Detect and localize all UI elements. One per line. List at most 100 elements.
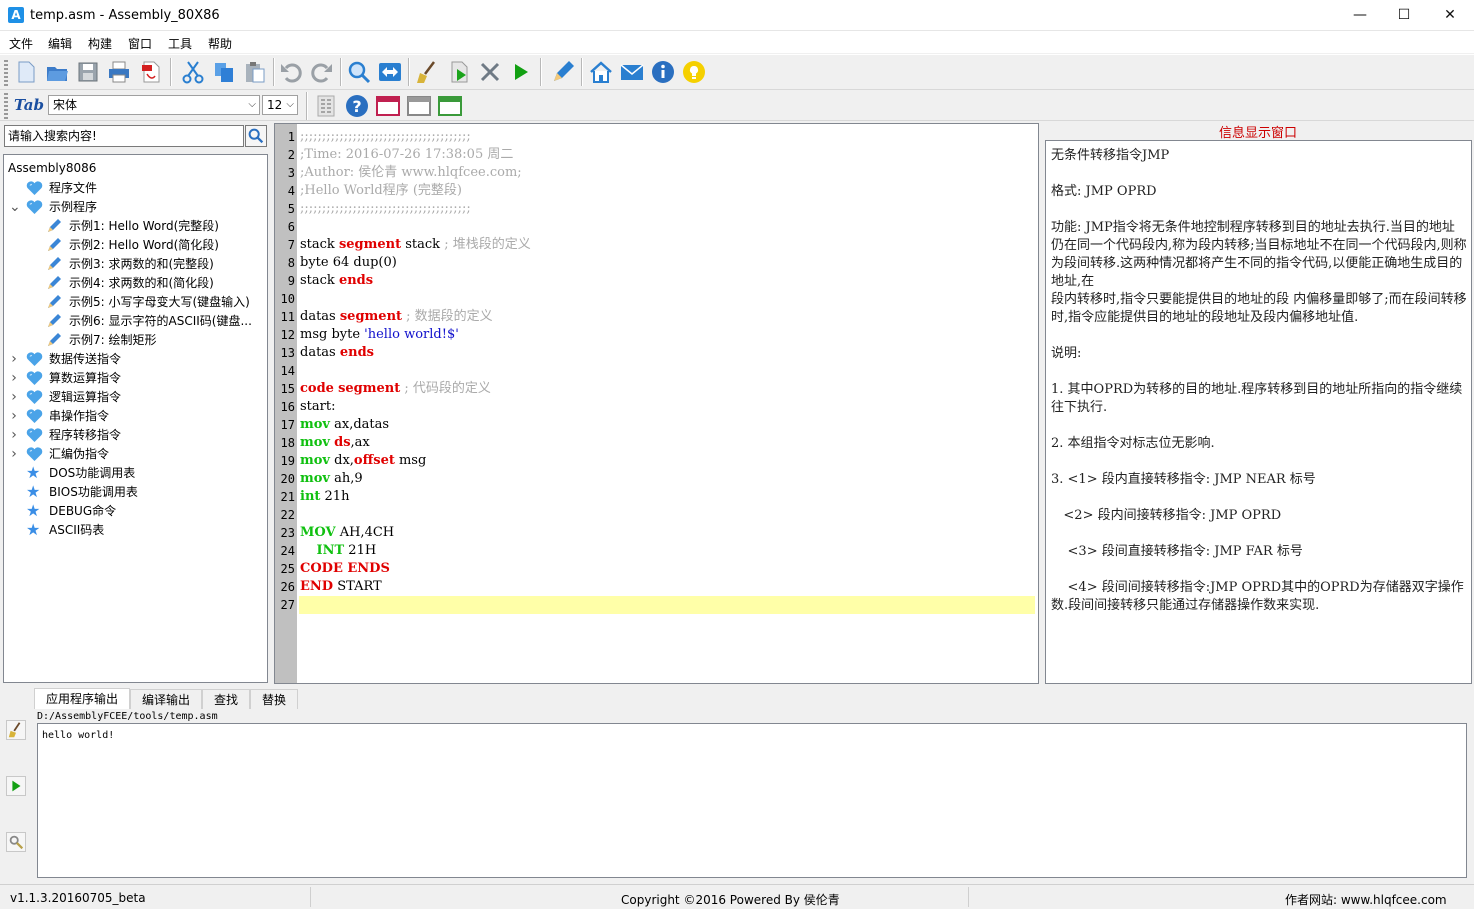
font-family-select[interactable]: 宋体 ⌵	[48, 95, 260, 115]
code-line[interactable]: stack ends	[300, 272, 373, 290]
tab-app-output[interactable]: 应用程序输出	[34, 688, 130, 709]
tree-item[interactable]: › 汇编伪指令	[4, 445, 264, 464]
window-gray-icon[interactable]	[406, 93, 432, 119]
undo-icon[interactable]	[278, 59, 304, 85]
menu-build[interactable]: 构建	[88, 35, 112, 52]
replace-icon[interactable]	[377, 59, 403, 85]
cut-icon[interactable]	[180, 59, 206, 85]
pencil-icon[interactable]	[550, 59, 576, 85]
tree-item[interactable]: ⌄ 示例程序	[4, 198, 264, 217]
save-icon[interactable]	[75, 59, 101, 85]
code-line[interactable]: stack segment stack ; 堆栈段的定义	[300, 236, 531, 254]
code-line[interactable]: ;;;;;;;;;;;;;;;;;;;;;;;;;;;;;;;;;;;;;;;	[300, 128, 471, 146]
code-line[interactable]: start:	[300, 398, 335, 416]
tree-item[interactable]: ★ ASCII码表	[4, 521, 264, 540]
compile-icon[interactable]	[446, 59, 472, 85]
paste-icon[interactable]	[242, 59, 268, 85]
minimize-button[interactable]: —	[1337, 0, 1383, 31]
search-icon[interactable]	[245, 125, 267, 147]
code-line[interactable]: CODE ENDS	[300, 560, 390, 578]
code-line[interactable]: mov ds,ax	[300, 434, 370, 452]
chevron-right-icon[interactable]: ›	[9, 407, 19, 426]
tree-item[interactable]: 示例4: 求两数的和(简化段)	[4, 274, 264, 293]
code-line[interactable]: ;Hello World程序 (完整段)	[300, 182, 462, 200]
toolbar-grip[interactable]	[4, 93, 8, 119]
chevron-right-icon[interactable]: ›	[9, 426, 19, 445]
code-line[interactable]: mov ax,datas	[300, 416, 389, 434]
tools-output-icon[interactable]	[6, 832, 26, 852]
tree-item[interactable]: 示例5: 小写字母变大写(键盘输入)	[4, 293, 264, 312]
tree-item[interactable]: › 程序转移指令	[4, 426, 264, 445]
tree-item[interactable]: 示例2: Hello Word(简化段)	[4, 236, 264, 255]
tab-replace[interactable]: 替换	[250, 689, 298, 709]
search-input[interactable]: 请输入搜索内容!	[4, 125, 244, 147]
chevron-right-icon[interactable]: ›	[9, 350, 19, 369]
code-line[interactable]: ;Time: 2016-07-26 17:38:05 周二	[300, 146, 513, 164]
ascii-table-icon[interactable]	[313, 93, 339, 119]
code-editor[interactable]: 1 2 3 4 5 6 7 8 9 10 11 12 13 14 15 16 17 18 19 20 21 22 23 24 2…	[274, 123, 1039, 684]
code-line[interactable]: datas segment ; 数据段的定义	[300, 308, 493, 326]
font-size-select[interactable]: 12 ⌵	[262, 95, 298, 115]
tree-root[interactable]: Assembly8086	[8, 159, 96, 178]
menu-file[interactable]: 文件	[9, 35, 33, 52]
code-line[interactable]: int 21h	[300, 488, 349, 506]
open-folder-icon[interactable]	[44, 59, 70, 85]
tree-item[interactable]: › 逻辑运算指令	[4, 388, 264, 407]
tree-item[interactable]: 示例7: 绘制矩形	[4, 331, 264, 350]
copy-icon[interactable]	[211, 59, 237, 85]
code-line[interactable]: msg byte 'hello world!$'	[300, 326, 459, 344]
tab-find[interactable]: 查找	[202, 689, 250, 709]
clear-output-icon[interactable]	[6, 720, 26, 740]
help-icon[interactable]: ?	[344, 93, 370, 119]
pdf-icon[interactable]	[138, 59, 164, 85]
new-file-icon[interactable]	[13, 59, 39, 85]
tree-item[interactable]: ★ DEBUG命令	[4, 502, 264, 521]
code-line[interactable]: END START	[300, 578, 382, 596]
code-line[interactable]: ;Author: 侯伦青 www.hlqfcee.com;	[300, 164, 522, 182]
toolbar-grip[interactable]	[4, 60, 8, 86]
chevron-down-icon[interactable]: ⌄	[9, 198, 21, 217]
menu-help[interactable]: 帮助	[208, 35, 232, 52]
tree-item[interactable]: ★ BIOS功能调用表	[4, 483, 264, 502]
menu-edit[interactable]: 编辑	[48, 35, 72, 52]
clean-brush-icon[interactable]	[414, 59, 440, 85]
code-line[interactable]: ;;;;;;;;;;;;;;;;;;;;;;;;;;;;;;;;;;;;;;;	[300, 200, 471, 218]
build-tools-icon[interactable]	[477, 59, 503, 85]
run-output-icon[interactable]	[6, 776, 26, 796]
chevron-right-icon[interactable]: ›	[9, 445, 19, 464]
code-line[interactable]: code segment ; 代码段的定义	[300, 380, 491, 398]
code-line[interactable]: datas ends	[300, 344, 374, 362]
tree-item[interactable]: 示例3: 求两数的和(完整段)	[4, 255, 264, 274]
output-console[interactable]: hello world!	[37, 723, 1467, 878]
tree-item[interactable]: › 串操作指令	[4, 407, 264, 426]
tree-item[interactable]: › 数据传送指令	[4, 350, 264, 369]
tree-item[interactable]: 程序文件	[4, 179, 264, 198]
tree-item[interactable]: 示例1: Hello Word(完整段)	[4, 217, 264, 236]
code-line[interactable]: INT 21H	[300, 542, 377, 560]
window-red-icon[interactable]	[375, 93, 401, 119]
code-line[interactable]: byte 64 dup(0)	[300, 254, 397, 272]
window-green-icon[interactable]	[437, 93, 463, 119]
code-line[interactable]: MOV AH,4CH	[300, 524, 394, 542]
close-button[interactable]: ✕	[1427, 0, 1473, 31]
tab-button[interactable]: Tab	[14, 96, 44, 114]
search-icon[interactable]	[346, 59, 372, 85]
code-line[interactable]: mov dx,offset msg	[300, 452, 426, 470]
info-icon[interactable]	[650, 59, 676, 85]
menu-window[interactable]: 窗口	[128, 35, 152, 52]
chevron-right-icon[interactable]: ›	[9, 369, 19, 388]
code-line[interactable]: mov ah,9	[300, 470, 363, 488]
tree-item[interactable]: › 算数运算指令	[4, 369, 264, 388]
run-icon[interactable]	[508, 59, 534, 85]
tree-item[interactable]: ★ DOS功能调用表	[4, 464, 264, 483]
menu-tools[interactable]: 工具	[168, 35, 192, 52]
tab-compile-output[interactable]: 编译输出	[130, 689, 202, 709]
home-icon[interactable]	[588, 59, 614, 85]
redo-icon[interactable]	[309, 59, 335, 85]
tree-item[interactable]: 示例6: 显示字符的ASCII码(键盘...	[4, 312, 264, 331]
chevron-right-icon[interactable]: ›	[9, 388, 19, 407]
maximize-button[interactable]: ☐	[1381, 0, 1427, 31]
lightbulb-icon[interactable]	[681, 59, 707, 85]
mail-icon[interactable]	[619, 59, 645, 85]
print-icon[interactable]	[106, 59, 132, 85]
